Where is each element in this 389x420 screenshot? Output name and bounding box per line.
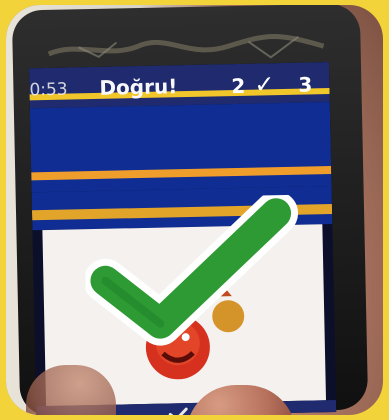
timer: 0:53 (29, 79, 68, 101)
score-left: 2 (231, 73, 246, 99)
score-right: 3 (298, 72, 313, 97)
panel-stripe (31, 166, 332, 181)
correct-check-icon (83, 194, 299, 346)
game-screen: 0:53 Doğru! 2 ✓ 3 (28, 62, 337, 415)
score-check-icon: ✓ (254, 70, 275, 99)
top-strip (29, 88, 330, 101)
continue-check-icon[interactable] (168, 407, 188, 415)
photo-frame: 0:53 Doğru! 2 ✓ 3 (6, 5, 383, 415)
answer-panel-top (29, 102, 332, 193)
result-title: Doğru! (99, 74, 178, 100)
phone-device: 0:53 Doğru! 2 ✓ 3 (11, 5, 369, 415)
top-bar: 0:53 Doğru! 2 ✓ 3 (28, 62, 330, 109)
